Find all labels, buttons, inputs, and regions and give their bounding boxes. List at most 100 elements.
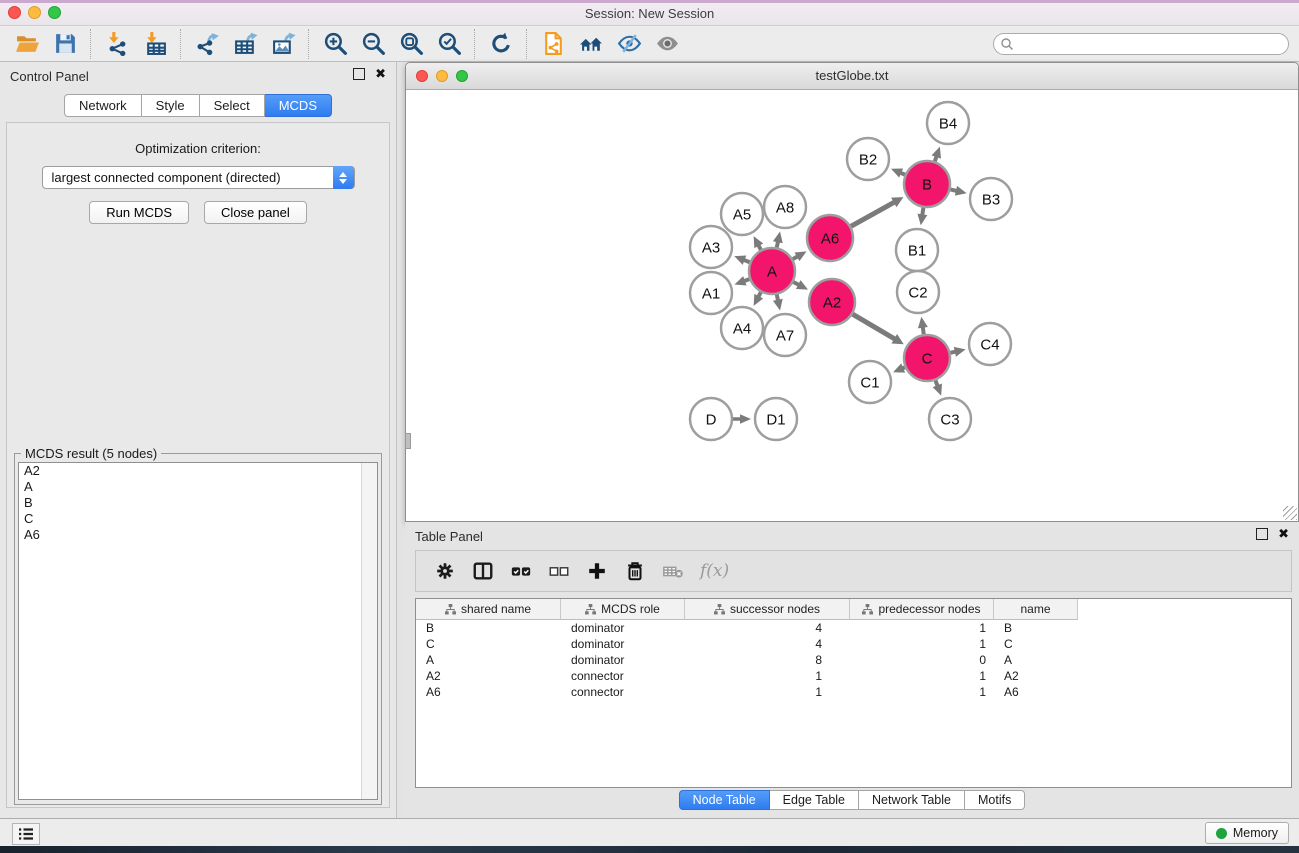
task-history-icon[interactable] [12, 823, 40, 845]
graph-edge[interactable] [923, 327, 924, 335]
tab-network[interactable]: Network [64, 94, 142, 117]
main-titlebar: Session: New Session [0, 3, 1299, 26]
zoom-selected-icon[interactable] [430, 29, 468, 59]
hide-selected-eye-icon[interactable] [610, 29, 648, 59]
mcds-result-list[interactable]: A2 A B C A6 [18, 462, 378, 800]
table-cell: A2 [416, 669, 561, 683]
column-header[interactable]: MCDS role [561, 599, 685, 620]
first-neighbors-icon[interactable] [572, 29, 610, 59]
show-all-eye-icon[interactable] [648, 29, 686, 59]
table-row[interactable]: A6connector11A6 [416, 684, 1291, 700]
float-panel-icon[interactable] [1256, 528, 1268, 540]
table-cell: 4 [685, 621, 850, 635]
graph-edge-arrow-icon [954, 347, 966, 357]
mcds-tab-content: Optimization criterion: largest connecte… [6, 122, 390, 808]
select-stepper-icon [333, 166, 354, 189]
refresh-icon[interactable] [482, 29, 520, 59]
tab-edge-table[interactable]: Edge Table [770, 790, 859, 810]
table-cell: 1 [850, 637, 994, 651]
table-row[interactable]: A2connector11A2 [416, 668, 1291, 684]
graph-node-label: C2 [908, 284, 927, 301]
select-all-icon[interactable] [504, 555, 538, 587]
attribute-tree-icon [585, 604, 596, 615]
search-icon [1000, 37, 1014, 51]
graph-edge-arrow-icon [917, 214, 927, 226]
resize-grip-icon[interactable] [1283, 506, 1297, 520]
table-row[interactable]: Bdominator41B [416, 620, 1291, 636]
list-item[interactable]: B [19, 495, 377, 511]
import-network-icon[interactable] [98, 29, 136, 59]
column-header[interactable]: name [994, 599, 1078, 620]
table-cell: 1 [850, 685, 994, 699]
window-title: Session: New Session [0, 3, 1299, 25]
export-network-icon[interactable] [188, 29, 226, 59]
network-window-title: testGlobe.txt [406, 63, 1298, 89]
graph-node-label: A4 [733, 320, 751, 337]
list-item[interactable]: A6 [19, 527, 377, 543]
tab-style[interactable]: Style [142, 94, 200, 117]
attribute-tree-icon [862, 604, 873, 615]
graph-edge[interactable] [851, 202, 895, 226]
network-canvas[interactable]: B4B2BB3A5A8A6A3B1AA1C2A2A4A7CC4C1C3DD1 [406, 90, 1298, 521]
show-columns-icon[interactable] [466, 555, 500, 587]
table-cell: 1 [685, 685, 850, 699]
graph-node-label: B2 [859, 151, 877, 168]
memory-button[interactable]: Memory [1205, 822, 1289, 844]
new-network-icon[interactable] [534, 29, 572, 59]
graph-node-label: C1 [860, 374, 879, 391]
export-table-icon[interactable] [226, 29, 264, 59]
network-window-titlebar[interactable]: testGlobe.txt [406, 63, 1298, 90]
add-column-icon[interactable] [580, 555, 614, 587]
graph-edge[interactable] [922, 208, 923, 216]
search-input[interactable] [993, 33, 1289, 55]
search-field [993, 33, 1289, 55]
graph-edge[interactable] [950, 189, 957, 191]
tab-motifs[interactable]: Motifs [965, 790, 1025, 810]
scrollbar[interactable] [361, 463, 377, 799]
zoom-in-icon[interactable] [316, 29, 354, 59]
close-panel-button[interactable]: Close panel [204, 201, 307, 224]
status-bar: Memory [0, 818, 1299, 847]
export-image-icon[interactable] [264, 29, 302, 59]
close-panel-icon[interactable]: ✖ [1278, 528, 1289, 540]
tab-network-table[interactable]: Network Table [859, 790, 965, 810]
delete-table-icon[interactable] [656, 555, 690, 587]
list-item[interactable]: A2 [19, 463, 377, 479]
table-row[interactable]: Adominator80A [416, 652, 1291, 668]
float-panel-icon[interactable] [353, 68, 365, 80]
delete-column-trash-icon[interactable] [618, 555, 652, 587]
table-cell: dominator [561, 621, 685, 635]
deselect-all-icon[interactable] [542, 555, 576, 587]
save-session-icon[interactable] [46, 29, 84, 59]
tab-mcds[interactable]: MCDS [265, 94, 332, 117]
table-row[interactable]: Cdominator41C [416, 636, 1291, 652]
column-header[interactable]: predecessor nodes [850, 599, 994, 620]
list-item[interactable]: A [19, 479, 377, 495]
zoom-out-icon[interactable] [354, 29, 392, 59]
optimization-criterion-select[interactable]: largest connected component (directed) [42, 166, 355, 189]
tab-select[interactable]: Select [200, 94, 265, 117]
close-panel-icon[interactable]: ✖ [375, 68, 386, 80]
table-cell: B [416, 621, 561, 635]
column-header[interactable]: successor nodes [685, 599, 850, 620]
table-cell: connector [561, 669, 685, 683]
graph-edge-arrow-icon [773, 299, 783, 311]
zoom-fit-icon[interactable] [392, 29, 430, 59]
table-settings-gear-icon[interactable] [428, 555, 462, 587]
main-toolbar [0, 26, 1299, 62]
open-file-icon[interactable] [8, 29, 46, 59]
list-item[interactable]: C [19, 511, 377, 527]
attribute-tree-icon [714, 604, 725, 615]
attribute-tree-icon [445, 604, 456, 615]
column-header[interactable]: shared name [416, 599, 561, 620]
run-mcds-button[interactable]: Run MCDS [89, 201, 189, 224]
splitter-handle[interactable] [405, 433, 411, 449]
graph-node-label: C4 [980, 336, 999, 353]
tab-node-table[interactable]: Node Table [679, 790, 770, 810]
graph-edge[interactable] [853, 314, 895, 339]
graph-node-label: A6 [821, 230, 839, 247]
import-table-icon[interactable] [136, 29, 174, 59]
table-cell: C [994, 637, 1078, 651]
table-cell: 1 [850, 621, 994, 635]
graph-node-label: D [706, 411, 717, 428]
